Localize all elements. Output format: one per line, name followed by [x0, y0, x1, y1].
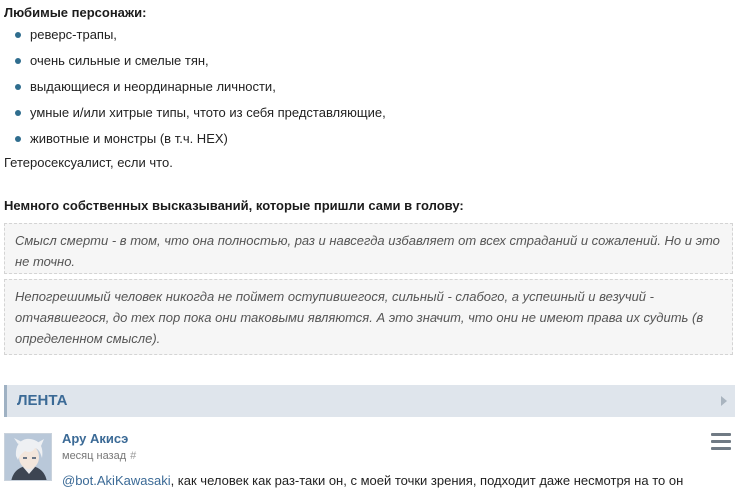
quotes-heading: Немного собственных высказываний, которы…: [4, 198, 464, 213]
bullet-icon: [15, 84, 21, 90]
orientation-note: Гетеросексуалист, если что.: [4, 155, 173, 170]
post-text: @bot.AkiKawasaki, как человек как раз-та…: [62, 470, 738, 491]
bullet-icon: [15, 32, 21, 38]
quote-block: Непогрешимый человек никогда не поймет о…: [4, 279, 733, 355]
list-item: умные и/или хитрые типы, чтото из себя п…: [12, 104, 386, 130]
favorites-list: реверс-трапы, очень сильные и смелые тян…: [12, 26, 386, 156]
bullet-icon: [15, 58, 21, 64]
favorites-heading: Любимые персонажи:: [4, 5, 147, 20]
avatar[interactable]: [4, 433, 52, 481]
post-time[interactable]: месяц назад: [62, 450, 126, 462]
avatar-image: [5, 434, 51, 480]
quote-block: Смысл смерти - в том, что она полностью,…: [4, 223, 733, 274]
bullet-icon: [15, 110, 21, 116]
feed-post: Ару Акисэ месяц назад # @bot.AkiKawasaki,…: [4, 430, 738, 496]
post-body: , как человек как раз-таки он, с моей то…: [170, 473, 684, 488]
post-author[interactable]: Ару Акисэ: [62, 431, 128, 446]
bullet-icon: [15, 136, 21, 142]
list-item: очень сильные и смелые тян,: [12, 52, 386, 78]
list-item: реверс-трапы,: [12, 26, 386, 52]
feed-title: ЛЕНТА: [17, 392, 68, 409]
post-permalink[interactable]: #: [130, 450, 136, 462]
feed-header[interactable]: ЛЕНТА: [4, 385, 735, 417]
chevron-right-icon[interactable]: [721, 396, 727, 406]
hamburger-menu-icon[interactable]: [711, 433, 731, 450]
list-item: выдающиеся и неординарные личности,: [12, 78, 386, 104]
list-item: животные и монстры (в т.ч. HEX): [12, 130, 386, 156]
post-meta: месяц назад #: [62, 450, 136, 462]
mention-link[interactable]: @bot.AkiKawasaki: [62, 473, 171, 488]
